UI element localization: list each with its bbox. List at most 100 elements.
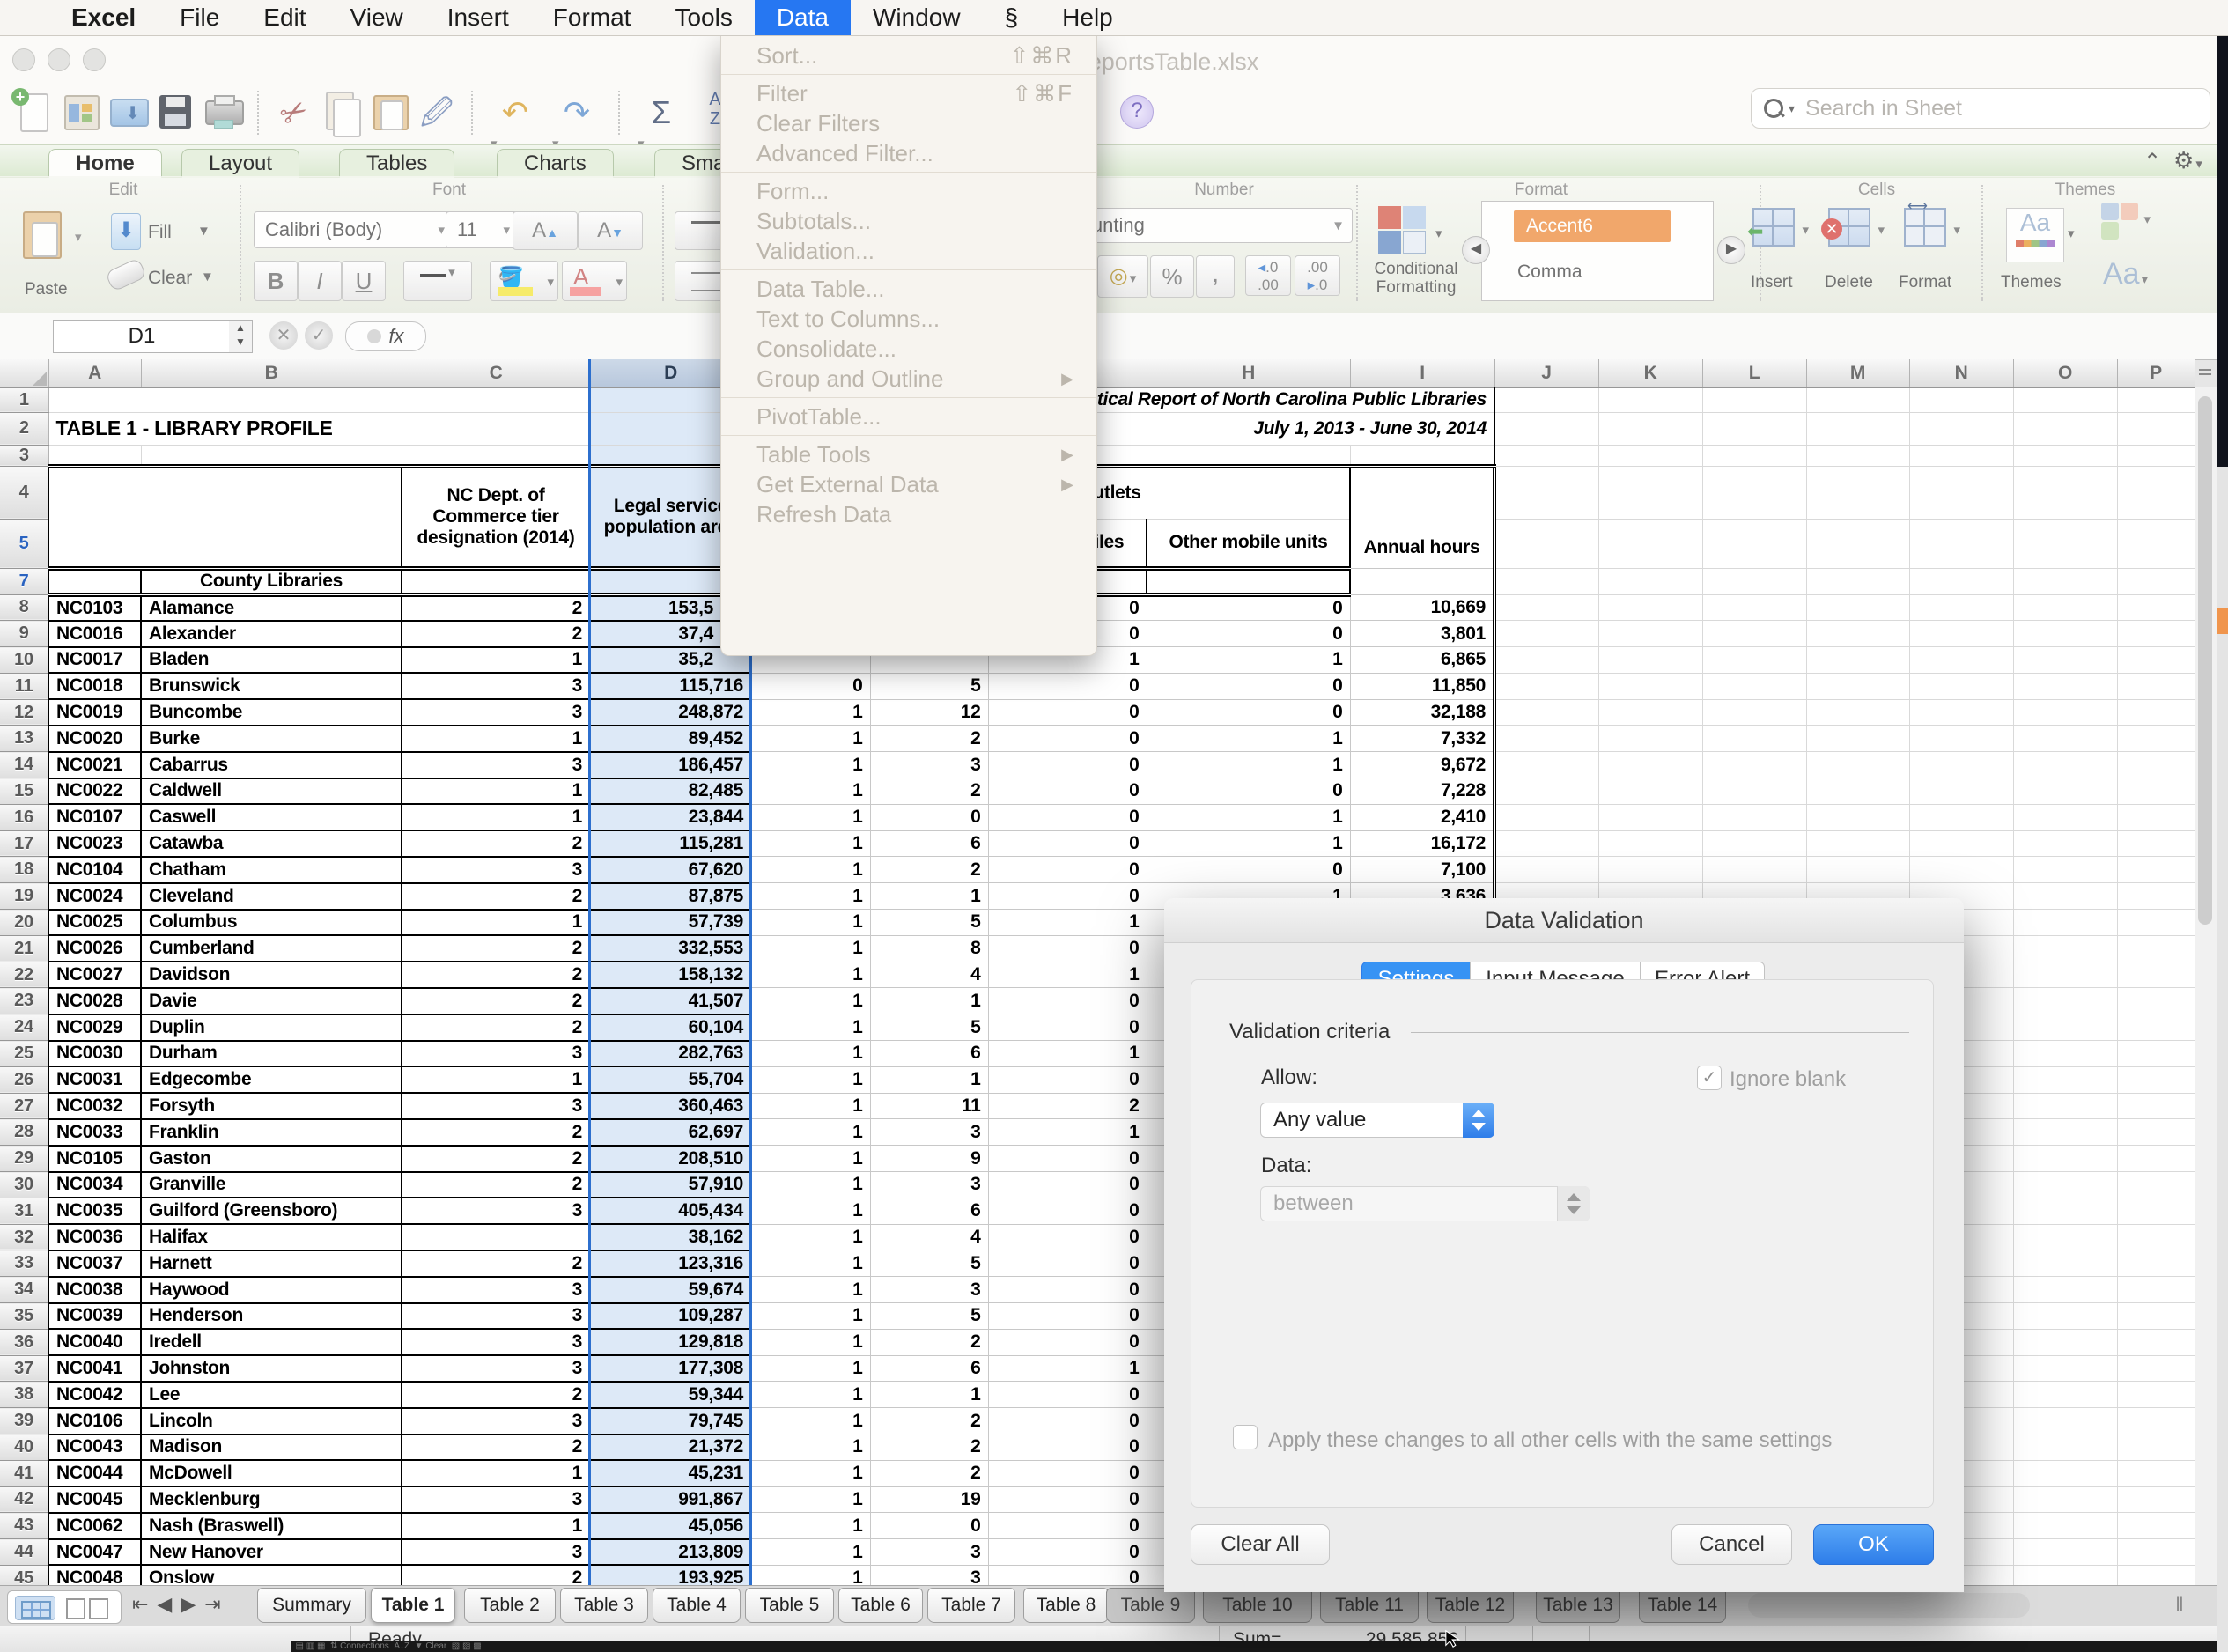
cell[interactable]: 1 <box>751 830 870 857</box>
row-header[interactable]: 35 <box>0 1303 48 1330</box>
cell[interactable] <box>2117 778 2195 805</box>
cell[interactable]: NC0103 <box>48 594 141 621</box>
cell[interactable] <box>2013 1329 2117 1355</box>
cell[interactable]: 129,818 <box>590 1329 751 1355</box>
row-header[interactable]: 3 <box>0 445 48 466</box>
cell[interactable] <box>2013 673 2117 699</box>
cell[interactable]: 1 <box>402 647 590 674</box>
cell[interactable] <box>1806 647 1909 674</box>
cell[interactable] <box>1909 621 2013 647</box>
row-header[interactable]: 14 <box>0 752 48 778</box>
cell[interactable] <box>1806 699 1909 726</box>
row-header[interactable]: 20 <box>0 910 48 936</box>
cell[interactable]: 0 <box>988 1408 1147 1434</box>
delete-cells-label[interactable]: Delete <box>1825 273 1873 292</box>
cell[interactable]: 1 <box>870 1382 988 1408</box>
cell[interactable]: Nash (Braswell) <box>141 1513 402 1539</box>
undo-icon[interactable]: ↶▾ <box>489 90 542 136</box>
cell[interactable] <box>1909 387 2013 412</box>
cell[interactable]: 8 <box>870 935 988 962</box>
cell[interactable] <box>1909 466 2013 519</box>
cell[interactable] <box>1598 857 1702 883</box>
cell[interactable] <box>1147 445 1350 466</box>
cell[interactable] <box>2117 1329 2195 1355</box>
cell[interactable]: 2 <box>870 1460 988 1486</box>
cell[interactable]: NC0042 <box>48 1382 141 1408</box>
cell[interactable] <box>2013 962 2117 988</box>
cell[interactable]: NC0026 <box>48 935 141 962</box>
cell[interactable] <box>2117 594 2195 621</box>
cell[interactable]: 1 <box>751 1093 870 1119</box>
cell[interactable] <box>2013 1093 2117 1119</box>
increase-decimal-button[interactable]: ◂.0.00 <box>1245 255 1291 296</box>
cell[interactable] <box>2117 804 2195 830</box>
cell[interactable]: 1 <box>751 857 870 883</box>
cell[interactable]: 3 <box>402 1198 590 1224</box>
print-icon[interactable] <box>203 90 242 136</box>
delete-cells-icon[interactable]: ✕▾ <box>1828 208 1878 250</box>
cell[interactable] <box>2013 935 2117 962</box>
borders-button[interactable]: ▾ <box>403 261 472 301</box>
cell[interactable]: Bladen <box>141 647 402 674</box>
cell[interactable]: 1 <box>751 1539 870 1566</box>
cell[interactable]: 38,162 <box>590 1224 751 1250</box>
cell[interactable]: 1 <box>402 1460 590 1486</box>
cell[interactable]: McDowell <box>141 1460 402 1486</box>
cell[interactable] <box>2013 519 2117 568</box>
fill-icon[interactable]: ⬇ <box>111 213 141 250</box>
cell[interactable] <box>2013 1355 2117 1382</box>
cell[interactable] <box>2013 1224 2117 1250</box>
cell[interactable] <box>2117 1434 2195 1461</box>
cell[interactable] <box>2013 647 2117 674</box>
cell[interactable] <box>1806 752 1909 778</box>
cell[interactable] <box>1806 804 1909 830</box>
cell[interactable]: NC0030 <box>48 1041 141 1067</box>
font-family-select[interactable]: Calibri (Body)▾ <box>254 211 453 248</box>
cell[interactable] <box>2013 387 2117 412</box>
cell[interactable]: 2 <box>988 1093 1147 1119</box>
cell[interactable] <box>1494 673 1598 699</box>
cell[interactable]: 991,867 <box>590 1486 751 1513</box>
sheet-tab-table-8[interactable]: Table 8 <box>1023 1588 1109 1623</box>
cell[interactable] <box>2013 1382 2117 1408</box>
row-header[interactable]: 10 <box>0 647 48 674</box>
column-header-B[interactable]: B <box>141 359 402 387</box>
style-comma[interactable]: Comma <box>1517 262 1582 283</box>
row-header[interactable]: 29 <box>0 1146 48 1172</box>
cell[interactable]: 1 <box>402 1066 590 1093</box>
row-header[interactable]: 24 <box>0 1014 48 1041</box>
cell[interactable] <box>402 445 590 466</box>
cell[interactable]: Chatham <box>141 857 402 883</box>
cell[interactable]: NC0104 <box>48 857 141 883</box>
row-header[interactable]: 4 <box>0 466 48 519</box>
menubar-item-window[interactable]: Window <box>851 0 983 35</box>
clear-dropdown-icon[interactable]: ▼ <box>201 269 214 284</box>
cell[interactable] <box>1702 830 1806 857</box>
menubar-item-file[interactable]: File <box>158 0 241 35</box>
cell[interactable]: 0 <box>988 1224 1147 1250</box>
cell[interactable]: 213,809 <box>590 1539 751 1566</box>
cell[interactable]: 16,172 <box>1350 830 1494 857</box>
cell[interactable]: Lee <box>141 1382 402 1408</box>
cell[interactable]: 6 <box>870 1041 988 1067</box>
cell[interactable] <box>1909 857 2013 883</box>
cell[interactable]: 0 <box>988 1434 1147 1461</box>
cell[interactable]: 3 <box>402 1093 590 1119</box>
cell[interactable] <box>1494 830 1598 857</box>
cell[interactable]: 5 <box>870 1014 988 1041</box>
cell[interactable] <box>1909 778 2013 805</box>
sheet-nav-arrows[interactable]: ⇤◀▶⇥ <box>132 1593 230 1616</box>
cell[interactable]: 2 <box>402 1434 590 1461</box>
cell[interactable]: 5 <box>870 910 988 936</box>
cell[interactable]: Caldwell <box>141 778 402 805</box>
cell[interactable] <box>2117 1408 2195 1434</box>
cell[interactable]: 1 <box>870 988 988 1014</box>
search-scope-chevron-icon[interactable]: ▾ <box>1789 101 1795 116</box>
cell[interactable]: Granville <box>141 1172 402 1198</box>
search-input[interactable]: ▾ Search in Sheet <box>1751 88 2210 129</box>
cell[interactable] <box>2013 883 2117 910</box>
cell[interactable] <box>1702 804 1806 830</box>
cell[interactable] <box>1598 466 1702 519</box>
cell[interactable] <box>2013 568 2117 594</box>
cell[interactable]: NC0106 <box>48 1408 141 1434</box>
